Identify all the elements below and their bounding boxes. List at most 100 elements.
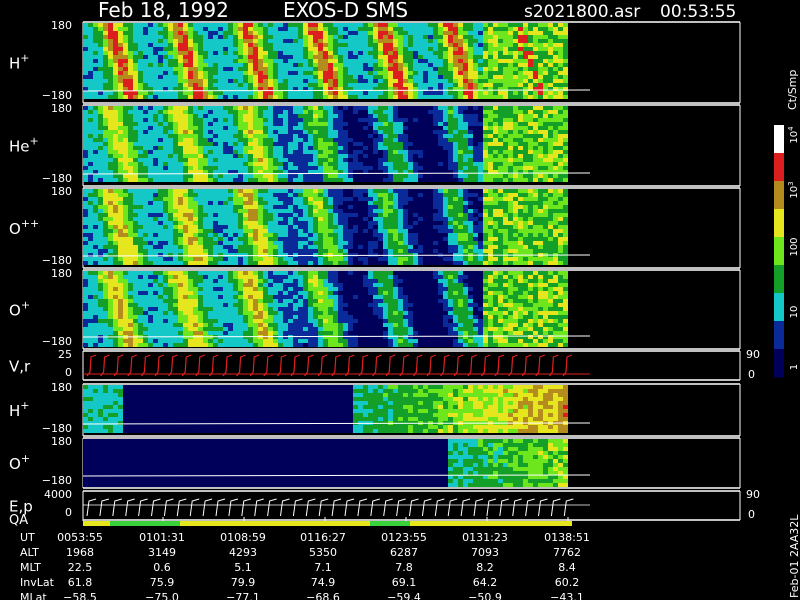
heatmap-cell bbox=[273, 35, 278, 39]
heatmap-cell bbox=[473, 174, 478, 178]
heatmap-cell bbox=[383, 178, 388, 182]
heatmap-cell bbox=[463, 35, 468, 39]
heatmap-cell bbox=[218, 253, 223, 257]
heatmap-cell bbox=[238, 205, 243, 209]
heatmap-cell bbox=[208, 209, 213, 213]
heatmap-cell bbox=[423, 138, 428, 142]
heatmap-cell bbox=[503, 162, 508, 166]
heatmap-cell bbox=[418, 95, 423, 99]
heatmap-cell bbox=[298, 213, 303, 217]
heatmap-cell bbox=[563, 130, 568, 134]
heatmap-cell bbox=[418, 189, 423, 193]
heatmap-cell bbox=[83, 142, 88, 146]
heatmap-cell bbox=[193, 205, 198, 209]
heatmap-cell bbox=[278, 130, 283, 134]
heatmap-cell bbox=[288, 213, 293, 217]
heatmap-cell bbox=[283, 205, 288, 209]
heatmap-cell bbox=[278, 158, 283, 162]
heatmap-cell bbox=[113, 134, 118, 138]
heatmap-cell bbox=[158, 150, 163, 154]
heatmap-cell bbox=[273, 118, 278, 122]
heatmap-cell bbox=[303, 31, 308, 35]
heatmap-cell bbox=[458, 118, 463, 122]
heatmap-cell bbox=[88, 193, 93, 197]
heatmap-cell bbox=[308, 47, 313, 51]
heatmap-cell bbox=[238, 213, 243, 217]
heatmap-cell bbox=[368, 106, 373, 110]
heatmap-cell bbox=[133, 55, 138, 59]
heatmap-cell bbox=[428, 166, 433, 170]
heatmap-cell bbox=[393, 142, 398, 146]
heatmap-cell bbox=[198, 106, 203, 110]
heatmap-cell bbox=[163, 166, 168, 170]
heatmap-cell bbox=[128, 217, 133, 221]
heatmap-cell bbox=[313, 257, 318, 261]
heatmap-cell bbox=[303, 83, 308, 87]
heatmap-cell bbox=[538, 27, 543, 31]
heatmap-cell bbox=[133, 47, 138, 51]
heatmap-cell bbox=[283, 67, 288, 71]
heatmap-cell bbox=[138, 142, 143, 146]
heatmap-cell bbox=[263, 134, 268, 138]
heatmap-cell bbox=[193, 201, 198, 205]
heatmap-cell bbox=[408, 47, 413, 51]
heatmap-cell bbox=[103, 35, 108, 39]
heatmap-cell bbox=[338, 193, 343, 197]
heatmap-cell bbox=[193, 221, 198, 225]
heatmap-cell bbox=[548, 134, 553, 138]
heatmap-cell bbox=[493, 31, 498, 35]
heatmap-cell bbox=[228, 138, 233, 142]
heatmap-cell bbox=[363, 118, 368, 122]
heatmap-cell bbox=[103, 178, 108, 182]
heatmap-cell bbox=[253, 237, 258, 241]
heatmap-cell bbox=[433, 91, 438, 95]
heatmap-cell bbox=[408, 142, 413, 146]
heatmap-cell bbox=[448, 59, 453, 63]
heatmap-cell bbox=[478, 35, 483, 39]
heatmap-cell bbox=[258, 237, 263, 241]
heatmap-cell bbox=[153, 79, 158, 83]
heatmap-cell bbox=[403, 166, 408, 170]
heatmap-cell bbox=[543, 150, 548, 154]
heatmap-cell bbox=[433, 23, 438, 27]
heatmap-cell bbox=[178, 63, 183, 67]
heatmap-cell bbox=[133, 225, 138, 229]
heatmap-cell bbox=[538, 59, 543, 63]
heatmap-cell bbox=[178, 197, 183, 201]
heatmap-cell bbox=[463, 114, 468, 118]
heatmap-cell bbox=[253, 79, 258, 83]
heatmap-cell bbox=[288, 245, 293, 249]
heatmap-cell bbox=[318, 221, 323, 225]
heatmap-cell bbox=[238, 63, 243, 67]
heatmap-cell bbox=[308, 154, 313, 158]
heatmap-cell bbox=[98, 83, 103, 87]
heatmap-cell bbox=[153, 189, 158, 193]
heatmap-cell bbox=[373, 225, 378, 229]
heatmap-cell bbox=[333, 63, 338, 67]
heatmap-cell bbox=[398, 166, 403, 170]
heatmap-cell bbox=[513, 106, 518, 110]
heatmap-cell bbox=[388, 154, 393, 158]
heatmap-cell bbox=[363, 95, 368, 99]
heatmap-cell bbox=[118, 55, 123, 59]
heatmap-cell bbox=[548, 35, 553, 39]
heatmap-cell bbox=[413, 233, 418, 237]
heatmap-cell bbox=[83, 75, 88, 79]
heatmap-cell bbox=[278, 35, 283, 39]
heatmap-cell bbox=[98, 138, 103, 142]
heatmap-cell bbox=[183, 51, 188, 55]
heatmap-cell bbox=[248, 130, 253, 134]
heatmap-cell bbox=[268, 55, 273, 59]
heatmap-cell bbox=[183, 229, 188, 233]
heatmap-cell bbox=[358, 229, 363, 233]
heatmap-cell bbox=[378, 201, 383, 205]
heatmap-cell bbox=[328, 174, 333, 178]
heatmap-cell bbox=[408, 229, 413, 233]
heatmap-cell bbox=[473, 110, 478, 114]
heatmap-cell bbox=[408, 178, 413, 182]
heatmap-cell bbox=[383, 27, 388, 31]
heatmap-cell bbox=[363, 225, 368, 229]
heatmap-cell bbox=[518, 134, 523, 138]
heatmap-cell bbox=[233, 71, 238, 75]
heatmap-cell bbox=[383, 233, 388, 237]
